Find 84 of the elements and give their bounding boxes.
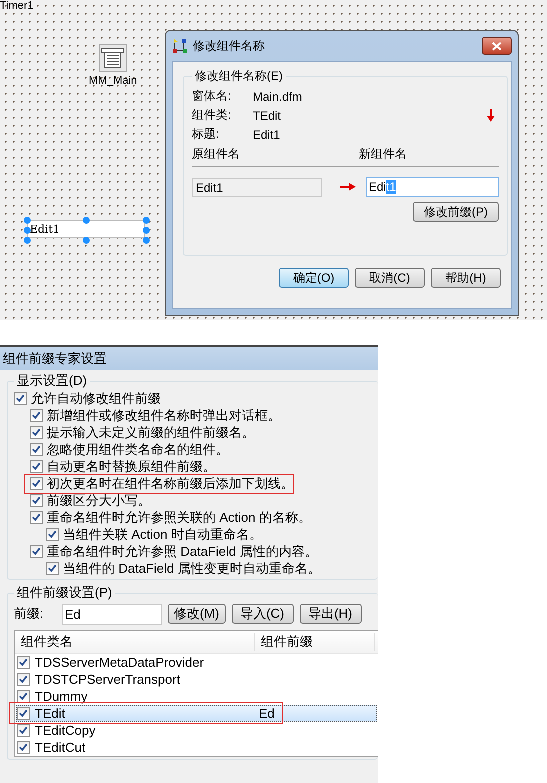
group-title: 修改组件名称(E) xyxy=(194,68,284,85)
prefix-value: Ed xyxy=(259,706,275,721)
option-label: 当组件的 DataField 属性变更时自动重命名。 xyxy=(63,560,321,578)
checkbox[interactable] xyxy=(30,545,43,558)
checkbox[interactable] xyxy=(30,426,43,439)
panel-title: 组件前缀专家设置 xyxy=(0,347,378,370)
checkbox[interactable] xyxy=(17,707,30,720)
selection-handle[interactable] xyxy=(83,237,90,244)
checkbox[interactable] xyxy=(14,392,27,405)
checkbox[interactable] xyxy=(17,690,30,703)
info-value: Main.dfm xyxy=(253,90,302,104)
option-label: 前缀区分大小写。 xyxy=(47,492,151,510)
checkbox[interactable] xyxy=(46,528,59,541)
arrow-right-icon xyxy=(340,183,356,191)
class-name: TDummy xyxy=(34,689,89,704)
option-label: 重命名组件时允许参照 DataField 属性的内容。 xyxy=(47,542,318,560)
prefix-label: 前缀: xyxy=(14,605,45,623)
app-icon xyxy=(172,38,188,54)
checkbox[interactable] xyxy=(30,477,43,490)
window-title: 修改组件名称 xyxy=(193,38,266,54)
change-prefix-button[interactable]: 修改前缀(P) xyxy=(413,202,499,222)
checkbox[interactable] xyxy=(30,443,43,456)
class-name: TEdit xyxy=(34,706,66,721)
column-header[interactable]: 组件类名 xyxy=(15,633,255,651)
selection-handle[interactable] xyxy=(143,237,150,244)
new-name-field[interactable]: Edit1 xyxy=(366,177,499,197)
class-name: TEditCopy xyxy=(34,723,97,738)
option-label: 新增组件或修改组件名称时弹出对话框。 xyxy=(47,406,281,424)
list-row[interactable]: TEdit Ed xyxy=(16,705,377,722)
checkbox[interactable] xyxy=(46,562,59,575)
selection-handle[interactable] xyxy=(83,217,90,224)
prefix-field[interactable]: Ed xyxy=(62,604,162,624)
checkbox[interactable] xyxy=(30,409,43,422)
list-row[interactable]: TDummy xyxy=(16,688,377,705)
dialog-button[interactable]: 确定(O) xyxy=(279,268,349,288)
option-label: 允许自动修改组件前缀 xyxy=(31,390,161,408)
option-label: 初次更名时在组件名称前缀后添加下划线。 xyxy=(47,474,294,492)
info-label: 窗体名: xyxy=(192,88,232,105)
info-label: 组件类: xyxy=(192,107,232,124)
option-label: 当组件关联 Action 时自动重命名。 xyxy=(63,526,262,544)
checkbox[interactable] xyxy=(30,511,43,524)
checkbox[interactable] xyxy=(17,724,30,737)
column-header[interactable]: 组件前缀 xyxy=(255,633,375,651)
panel-button[interactable]: 导入(C) xyxy=(232,604,294,624)
checkbox[interactable] xyxy=(30,494,43,507)
option-label: 重命名组件时允许参照关联的 Action 的名称。 xyxy=(47,508,312,526)
column-header: 原组件名 xyxy=(192,146,241,163)
panel-button[interactable]: 导出(H) xyxy=(300,604,362,624)
list-row[interactable]: TEditCut xyxy=(16,739,377,756)
panel-button[interactable]: 修改(M) xyxy=(168,604,226,624)
selection-handle[interactable] xyxy=(143,227,150,234)
checkbox[interactable] xyxy=(17,673,30,686)
info-value: TEdit xyxy=(253,108,282,122)
column-header: 新组件名 xyxy=(359,146,408,163)
menu-component-icon[interactable] xyxy=(99,44,127,72)
checkbox[interactable] xyxy=(30,460,43,473)
group-title: 显示设置(D) xyxy=(16,372,88,390)
component-label: MM_Main xyxy=(89,75,138,87)
dialog-button[interactable]: 帮助(H) xyxy=(431,268,501,288)
list-row[interactable]: TEditCopy xyxy=(16,722,377,739)
component-caption: Timer1 xyxy=(0,0,34,12)
list-row[interactable]: TDSServerMetaDataProvider xyxy=(16,654,377,671)
class-name: TEditCut xyxy=(34,740,87,755)
option-label: 忽略使用组件类名命名的组件。 xyxy=(47,440,229,458)
old-name-field[interactable]: Edit1 xyxy=(192,178,322,196)
group-title: 组件前缀设置(P) xyxy=(16,584,114,602)
close-icon xyxy=(492,42,502,50)
dialog-button[interactable]: 取消(C) xyxy=(355,268,425,288)
edit-component[interactable]: Edit1 xyxy=(27,220,145,238)
selection-handle[interactable] xyxy=(143,217,150,224)
selection-handle[interactable] xyxy=(24,237,31,244)
checkbox[interactable] xyxy=(17,741,30,754)
close-button[interactable] xyxy=(482,37,512,55)
list-row[interactable]: TDSTCPServerTransport xyxy=(16,671,377,688)
option-label: 自动更名时替换原组件前缀。 xyxy=(47,458,216,476)
class-name: TDSServerMetaDataProvider xyxy=(34,655,206,670)
info-value: Edit1 xyxy=(253,128,280,142)
selection-handle[interactable] xyxy=(24,217,31,224)
option-label: 提示输入未定义前缀的组件前缀名。 xyxy=(47,424,255,442)
arrow-down-icon xyxy=(487,109,495,122)
selection-handle[interactable] xyxy=(24,227,31,234)
class-name: TDSTCPServerTransport xyxy=(34,672,182,687)
info-label: 标题: xyxy=(192,126,220,143)
checkbox[interactable] xyxy=(17,656,30,669)
